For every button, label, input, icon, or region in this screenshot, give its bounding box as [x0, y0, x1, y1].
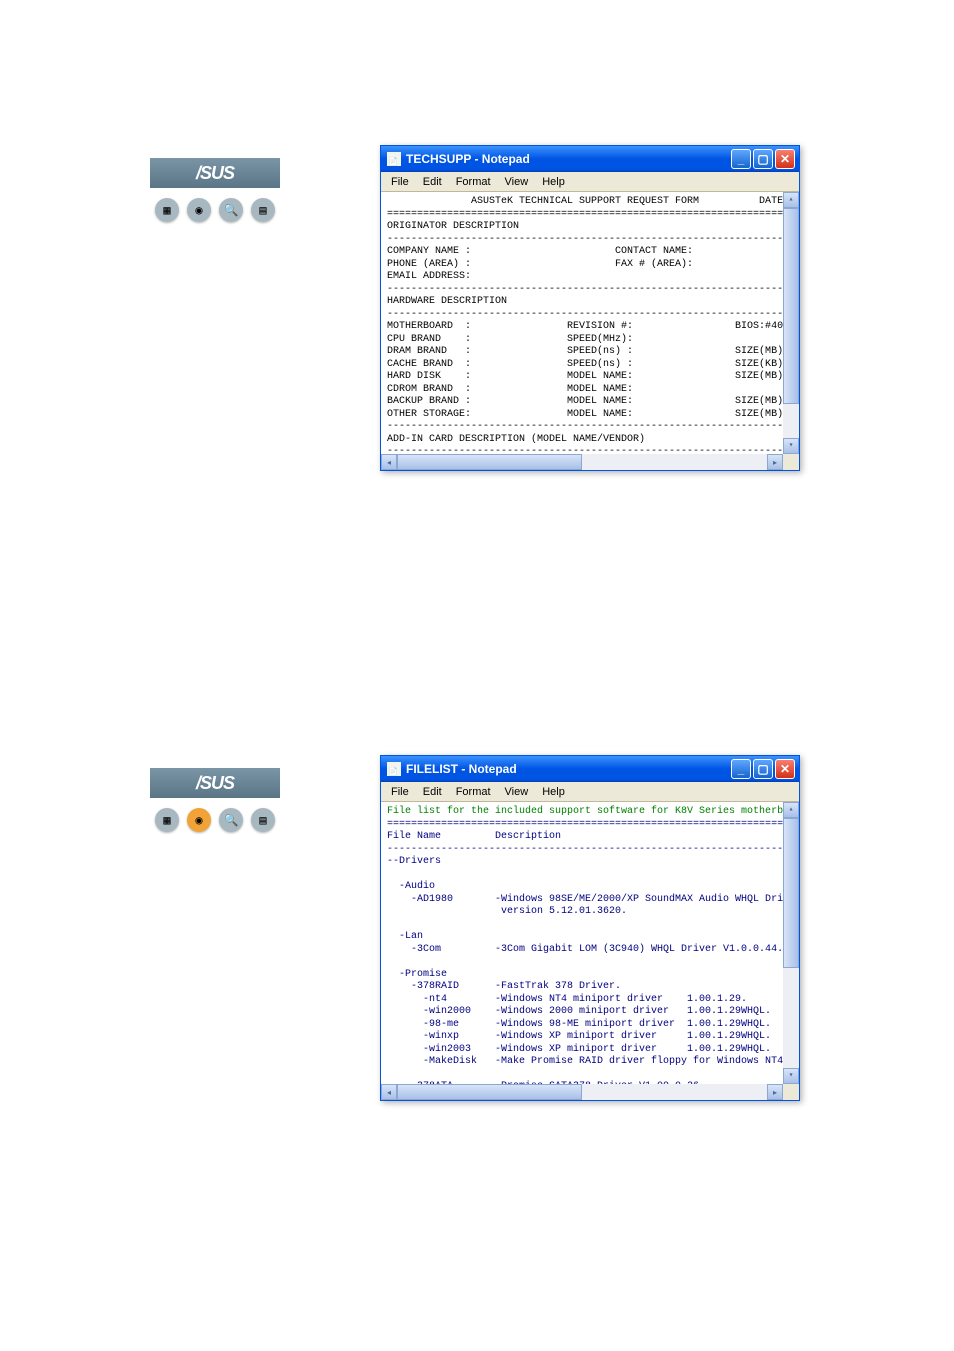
techsupp-titlebar[interactable]: 📄 TECHSUPP - Notepad _ ▢ ✕ — [381, 146, 799, 172]
vertical-scrollbar[interactable]: ▴ ▾ — [783, 192, 799, 454]
notepad-icon: 📄 — [387, 152, 401, 166]
horizontal-scrollbar[interactable]: ◂ ▸ — [381, 454, 799, 470]
scroll-thumb-h[interactable] — [397, 454, 582, 470]
filelist-text: File list for the included support softw… — [387, 806, 793, 1084]
asus-icon-row: ▦ ◉ 🔍 ▤ — [155, 198, 275, 222]
search-icon: 🔍 — [219, 198, 243, 222]
scroll-left-icon[interactable]: ◂ — [381, 1084, 397, 1100]
menu-format[interactable]: Format — [450, 174, 497, 190]
asus-logo-block-1: /SUS ▦ ◉ 🔍 ▤ — [135, 145, 295, 235]
scroll-thumb-h[interactable] — [397, 1084, 582, 1100]
asus-logo: /SUS — [150, 768, 280, 798]
filelist-window: 📄 FILELIST - Notepad _ ▢ ✕ File Edit For… — [380, 755, 800, 1101]
techsupp-menubar: File Edit Format View Help — [381, 172, 799, 192]
search-icon: 🔍 — [219, 808, 243, 832]
scroll-track-h[interactable] — [397, 454, 767, 470]
scroll-down-icon[interactable]: ▾ — [783, 438, 799, 454]
grid-icon: ▦ — [155, 198, 179, 222]
filelist-content[interactable]: File list for the included support softw… — [381, 802, 799, 1084]
globe-icon: ◉ — [187, 808, 211, 832]
vertical-scrollbar[interactable]: ▴ ▾ — [783, 802, 799, 1084]
menu-view[interactable]: View — [499, 174, 535, 190]
scroll-right-icon[interactable]: ▸ — [767, 454, 783, 470]
scroll-right-icon[interactable]: ▸ — [767, 1084, 783, 1100]
scroll-left-icon[interactable]: ◂ — [381, 454, 397, 470]
scroll-track-v[interactable] — [783, 208, 799, 438]
minimize-button[interactable]: _ — [731, 149, 751, 169]
scroll-up-icon[interactable]: ▴ — [783, 192, 799, 208]
menu-view[interactable]: View — [499, 784, 535, 800]
techsupp-text: ASUSTeK TECHNICAL SUPPORT REQUEST FORM D… — [387, 196, 793, 454]
scroll-up-icon[interactable]: ▴ — [783, 802, 799, 818]
techsupp-window: 📄 TECHSUPP - Notepad _ ▢ ✕ File Edit For… — [380, 145, 800, 471]
menu-file[interactable]: File — [385, 174, 415, 190]
scroll-thumb-v[interactable] — [783, 818, 799, 968]
filelist-menubar: File Edit Format View Help — [381, 782, 799, 802]
asus-logo: /SUS — [150, 158, 280, 188]
grid-icon: ▦ — [155, 808, 179, 832]
menu-help[interactable]: Help — [536, 174, 571, 190]
minimize-button[interactable]: _ — [731, 759, 751, 779]
file-icon: ▤ — [251, 198, 275, 222]
window-buttons: _ ▢ ✕ — [731, 149, 795, 169]
resize-grip[interactable] — [783, 1084, 799, 1100]
maximize-button[interactable]: ▢ — [753, 149, 773, 169]
notepad-icon: 📄 — [387, 762, 401, 776]
resize-grip[interactable] — [783, 454, 799, 470]
close-button[interactable]: ✕ — [775, 759, 795, 779]
filelist-titlebar[interactable]: 📄 FILELIST - Notepad _ ▢ ✕ — [381, 756, 799, 782]
scroll-down-icon[interactable]: ▾ — [783, 1068, 799, 1084]
scroll-thumb-v[interactable] — [783, 208, 799, 404]
menu-edit[interactable]: Edit — [417, 174, 448, 190]
techsupp-content[interactable]: ASUSTeK TECHNICAL SUPPORT REQUEST FORM D… — [381, 192, 799, 454]
scroll-track-v[interactable] — [783, 818, 799, 1068]
window-buttons: _ ▢ ✕ — [731, 759, 795, 779]
filelist-title: FILELIST - Notepad — [406, 762, 517, 776]
scroll-track-h[interactable] — [397, 1084, 767, 1100]
menu-edit[interactable]: Edit — [417, 784, 448, 800]
close-button[interactable]: ✕ — [775, 149, 795, 169]
techsupp-title: TECHSUPP - Notepad — [406, 152, 530, 166]
asus-logo-block-2: /SUS ▦ ◉ 🔍 ▤ — [135, 755, 295, 845]
horizontal-scrollbar[interactable]: ◂ ▸ — [381, 1084, 799, 1100]
menu-file[interactable]: File — [385, 784, 415, 800]
menu-format[interactable]: Format — [450, 784, 497, 800]
maximize-button[interactable]: ▢ — [753, 759, 773, 779]
file-icon: ▤ — [251, 808, 275, 832]
asus-icon-row: ▦ ◉ 🔍 ▤ — [155, 808, 275, 832]
menu-help[interactable]: Help — [536, 784, 571, 800]
globe-icon: ◉ — [187, 198, 211, 222]
